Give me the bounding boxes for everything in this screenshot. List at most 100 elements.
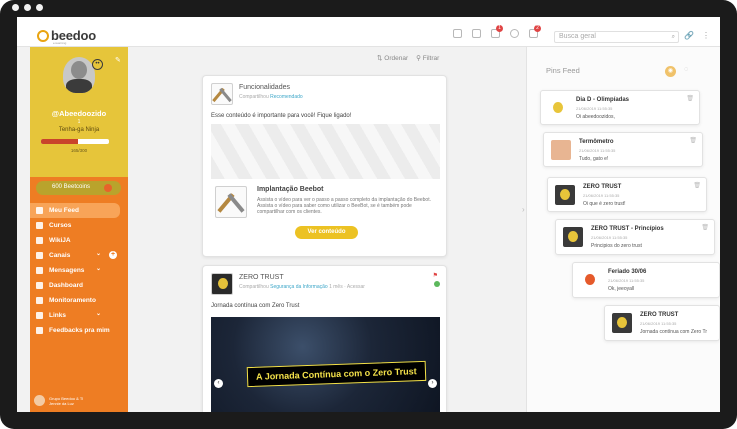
view-content-button[interactable]: Ver conteúdo [295, 226, 358, 239]
checkbox-icon [36, 222, 43, 229]
sidebar-item-meu-feed[interactable]: Meu Feed [30, 203, 120, 218]
footer-line2: Jennie da Luz [49, 400, 74, 406]
sidebar-item-cursos[interactable]: Cursos [30, 218, 128, 233]
pin-card[interactable]: ZERO TRUST 21/06/2019 11:55:35 Oi que é … [547, 177, 707, 212]
chevron-down-icon[interactable]: ⌄ [96, 250, 101, 257]
post-meta: Compartilhou Recomendado [239, 94, 303, 100]
delete-icon[interactable]: 🗑 [693, 182, 701, 189]
pin-title: Dia D - Olimpíadas [576, 97, 630, 103]
chat-icon[interactable] [510, 29, 519, 38]
post-meta-tail: 1 mês · Acessar [329, 284, 365, 290]
edit-icon[interactable]: ✎ [115, 56, 121, 64]
wrench-part [219, 87, 232, 103]
order-label: Ordenar [384, 55, 409, 62]
calendar-icon[interactable] [472, 29, 481, 38]
pin-message: Oi abeedoozidos, [576, 114, 615, 120]
chevron-down-icon[interactable]: ⌄ [96, 310, 101, 317]
sidebar-item-label: Links [49, 312, 66, 319]
collapse-pins-icon[interactable]: › [522, 205, 525, 214]
sidebar-item-label: Cursos [49, 222, 72, 229]
notification-badge: 1 [496, 25, 503, 32]
prev-arrow-icon[interactable]: ‹ [214, 379, 223, 388]
search-input[interactable]: Busca geral ⌕ [554, 31, 679, 43]
pin-card[interactable]: Termômetro 21/06/2019 11:55:35 Tudo, gat… [543, 132, 703, 167]
brand-logo[interactable]: beedoo e-learning [37, 28, 96, 45]
pin-date: 21/06/2019 11:55:35 [583, 193, 620, 198]
sidebar-footer[interactable]: Grupo Beedoo & TI Jennie da Luz [34, 395, 83, 406]
bee-face [218, 278, 228, 289]
avatar[interactable] [63, 57, 95, 93]
bee-face [617, 317, 627, 328]
sidebar-item-monitoramento[interactable]: Monitoramento [30, 293, 128, 308]
pin-date: 21/06/2019 11:55:35 [640, 321, 677, 326]
sidebar-item-dashboard[interactable]: Dashboard [30, 278, 128, 293]
footer-text: Grupo Beedoo & TI Jennie da Luz [49, 396, 83, 406]
post-meta-link[interactable]: Recomendado [270, 94, 303, 100]
book-icon[interactable] [453, 29, 462, 38]
pin-card[interactable]: Feriado 30/06 21/06/2019 11:55:35 Ok, je… [572, 262, 720, 298]
bell-icon[interactable]: 1 [491, 25, 503, 38]
pin-avatar [563, 227, 583, 247]
post-meta-link[interactable]: Segurança da Informação [270, 284, 328, 290]
image-banner: A Jornada Contínua com o Zero Trust [246, 360, 426, 388]
content-preview[interactable]: Implantação Beebot Assista o vídeo para … [211, 179, 440, 251]
bulb-icon[interactable]: ◌ [684, 66, 688, 73]
pin-card[interactable]: ZERO TRUST - Princípios 21/06/2019 11:55… [555, 219, 715, 255]
link-icon[interactable]: 🔗 [684, 31, 694, 40]
filter-button[interactable]: ⚲ Filtrar [416, 54, 439, 62]
pin-message: Ok, jeeoyall [608, 286, 635, 292]
sidebar-item-canais[interactable]: Canais ⌄ + [30, 248, 128, 263]
coin-icon [104, 184, 112, 192]
pins-title: Pins Feed [546, 66, 580, 75]
chevron-down-icon[interactable]: ⌄ [96, 265, 101, 272]
avatar-body [66, 79, 92, 93]
brand-tagline: e-learning [53, 41, 67, 45]
pin-title: Feriado 30/06 [608, 269, 647, 275]
dashboard-icon [36, 282, 43, 289]
sidebar-item-label: Monitoramento [49, 297, 96, 304]
post-description: Esse conteúdo é importante para você! Fi… [211, 113, 352, 119]
next-arrow-icon[interactable]: › [428, 379, 437, 388]
rss-icon[interactable]: ◉ [665, 66, 676, 77]
preview-title: Implantação Beebot [257, 186, 324, 193]
pin-avatar [555, 185, 575, 205]
feed-post[interactable]: ZERO TRUST Compartilhou Segurança da Inf… [202, 265, 447, 412]
app-screen: beedoo e-learning 1 2 Busca geral ⌕ 🔗 ⋮ [17, 17, 720, 412]
send-icon [36, 267, 43, 274]
message-icon[interactable]: 2 [529, 25, 541, 38]
post-avatar [211, 273, 233, 295]
dot [24, 4, 31, 11]
search-icon: ⌕ [671, 34, 675, 40]
sidebar-item-wikija[interactable]: WikiJA [30, 233, 128, 248]
folder-icon [36, 252, 43, 259]
check-icon [434, 281, 440, 287]
delete-icon[interactable]: 🗑 [701, 224, 709, 231]
more-icon[interactable]: ⋮ [702, 31, 710, 40]
pin-card[interactable]: Dia D - Olimpíadas 21/06/2019 11:55:35 O… [540, 90, 700, 125]
link-icon [36, 312, 43, 319]
footer-avatar [34, 395, 45, 406]
post-title: ZERO TRUST [239, 274, 284, 281]
delete-icon[interactable]: 🗑 [686, 95, 694, 102]
bee-face [560, 189, 570, 200]
order-button[interactable]: ⇅ Ordenar [377, 54, 408, 62]
post-meta: Compartilhou Segurança da Informação 1 m… [239, 284, 365, 290]
pin-avatar [580, 270, 600, 290]
sidebar-item-mensagens[interactable]: Mensagens ⌄ [30, 263, 128, 278]
toolbar-icons: 1 2 [453, 25, 541, 38]
sidebar-item-label: Meu Feed [49, 207, 79, 214]
sidebar-item-links[interactable]: Links ⌄ [30, 308, 128, 323]
pin-icon[interactable]: ⚑ [433, 272, 438, 279]
sidebar-item-label: Canais [49, 252, 71, 259]
coins-badge[interactable]: 600 Beetcoins [36, 181, 121, 195]
feed-post[interactable]: Funcionalidades Compartilhou Recomendado… [202, 75, 447, 257]
pin-date: 21/06/2019 11:55:35 [591, 235, 628, 240]
post-description: Jornada contínua com Zero Trust [211, 303, 300, 309]
delete-icon[interactable]: 🗑 [689, 137, 697, 144]
add-channel-icon[interactable]: + [109, 251, 117, 259]
post-image[interactable]: A Jornada Contínua com o Zero Trust ‹ › [211, 317, 440, 412]
pin-avatar [612, 313, 632, 333]
sidebar-item-feedbacks[interactable]: Feedbacks pra mim [30, 323, 128, 338]
pin-card[interactable]: ZERO TRUST 21/06/2019 11:55:35 Jornada c… [604, 305, 720, 341]
preview-text: Assista o vídeo para ver o passo a passo… [257, 197, 431, 215]
